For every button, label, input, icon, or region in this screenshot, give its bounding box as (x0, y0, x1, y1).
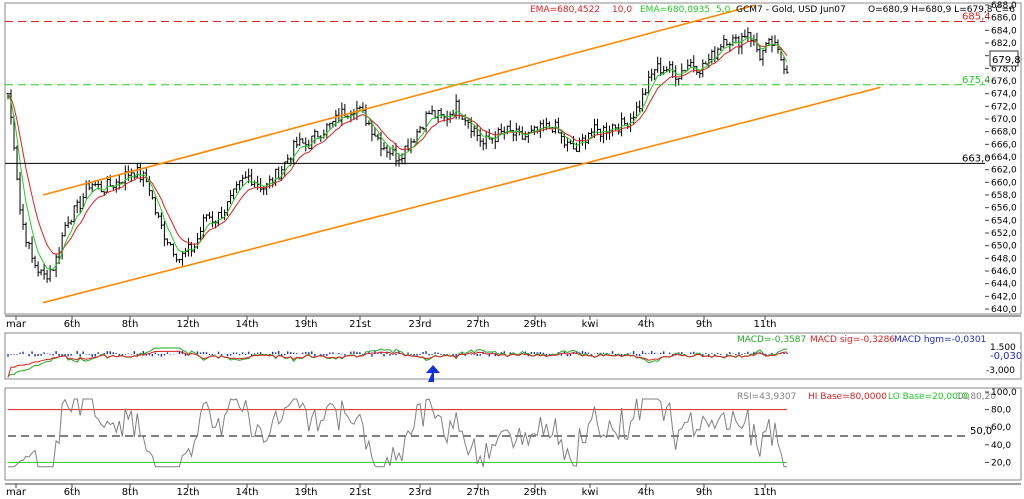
x-tick-label: 23rd (408, 487, 431, 498)
price-y-tick-label: 676,0 (991, 77, 1017, 87)
x-tick-label: 4th (638, 487, 655, 498)
x-tick-label: 29th (524, 319, 547, 330)
x-tick-label: 27th (467, 319, 490, 330)
rsi-value-label: RSI=43,9307 (737, 392, 796, 402)
x-tick-label: 11th (754, 487, 777, 498)
ema-long-period: 10,0 (612, 5, 632, 15)
x-tick-label: 9th (696, 319, 713, 330)
x-tick-label: 11th (754, 319, 777, 330)
rsi-y-tick-label: 80,0 (991, 406, 1011, 416)
x-tick-label: 19th (295, 319, 318, 330)
price-y-tick-label: 660,0 (991, 178, 1017, 188)
price-y-tick-label: 640,0 (991, 305, 1017, 315)
x-tick-label: 21st (349, 487, 371, 498)
x-tick-label: 8th (122, 319, 139, 330)
ema-long-label: EMA=680,4522 (530, 5, 600, 15)
last-price-label: 679,8 (992, 55, 1021, 66)
price-y-tick-label: 654,0 (991, 216, 1017, 226)
price-y-tick-label: 646,0 (991, 267, 1017, 277)
price-y-tick-label: 686,0 (991, 14, 1017, 24)
x-tick-label: 6th (64, 487, 81, 498)
price-y-tick-label: 666,0 (991, 140, 1017, 150)
price-y-tick-label: 672,0 (991, 102, 1017, 112)
rsi-hi-base-label: HI Base=80,0000 (808, 392, 887, 402)
price-y-tick-label: 652,0 (991, 229, 1017, 239)
ema-short-period: 5,0 (716, 5, 731, 15)
price-y-tick-label: 668,0 (991, 128, 1017, 138)
macd-value-label: MACD=-0,3587 (737, 335, 806, 345)
x-tick-label: kwi (582, 319, 599, 330)
level-label: 663,0 (962, 153, 991, 164)
x-tick-label: mar (6, 487, 27, 498)
rsi-x-ticks: mar 6th 8th 12th 14th 19th 21st 23rd 27th 29th kwi… (6, 484, 776, 498)
price-panel-frame (4, 2, 1022, 315)
x-tick-label: 19th (295, 487, 318, 498)
macd-histogram-label: MACD hgm=-0,0301 (894, 335, 986, 345)
ema-short-label: EMA=680,0935 (640, 5, 710, 15)
rsi-y-tick-label: 20,0 (991, 458, 1011, 468)
rsi-y-tick-label: 40,0 (991, 441, 1011, 451)
rsi-panel: RSI=43,9307 HI Base=80,0000 LO Base=20,0… (4, 387, 1022, 498)
level-label: 675,4 (962, 75, 991, 86)
price-y-tick-label: 648,0 (991, 254, 1017, 264)
price-y-tick-label: 642,0 (991, 292, 1017, 302)
macd-tick-bottom: -3,000 (986, 366, 1015, 376)
x-tick-label: 12th (177, 487, 200, 498)
price-y-tick-label: 674,0 (991, 90, 1017, 100)
price-y-tick-label: 656,0 (991, 204, 1017, 214)
price-y-tick-label: 670,0 (991, 115, 1017, 125)
x-tick-label: 27th (467, 487, 490, 498)
x-tick-label: 6th (64, 319, 81, 330)
instrument-title: GCM7 - Gold, USD Jun07 (736, 5, 846, 15)
x-tick-label: 14th (236, 487, 259, 498)
x-tick-label: 4th (638, 319, 655, 330)
rsi-y-tick-label: 60,0 (991, 423, 1011, 433)
x-tick-label: mar (6, 319, 27, 330)
price-y-tick-label: 664,0 (991, 153, 1017, 163)
rsi-y-tick-label: 100,0 (991, 388, 1017, 398)
x-tick-label: 12th (177, 319, 200, 330)
x-tick-label: 21st (349, 319, 371, 330)
price-y-tick-label: 650,0 (991, 242, 1017, 252)
price-x-ticks: mar 6th 8th 12th 14th 19th 21st 23rd 27th 29th kwi… (6, 316, 776, 330)
macd-panel: MACD=-0,3587 MACD sig=-0,3286 MACD hgm=-… (4, 332, 1022, 382)
price-y-tick-label: 644,0 (991, 280, 1017, 290)
price-panel: 685,4675,4663,0 640,0642,0644,0646,0648,… (4, 1, 1022, 330)
x-tick-label: 23rd (408, 319, 431, 330)
macd-last-value: -0,030 (990, 351, 1022, 362)
trading-chart: 685,4675,4663,0 640,0642,0644,0646,0648,… (4, 1, 1022, 498)
x-tick-label: 8th (122, 487, 139, 498)
macd-signal-label: MACD sig=-0,3286 (810, 335, 895, 345)
price-y-tick-label: 682,0 (991, 39, 1017, 49)
x-tick-label: kwi (582, 487, 599, 498)
x-tick-label: 9th (696, 487, 713, 498)
price-y-tick-label: 684,0 (991, 26, 1017, 36)
ohlc-readout: O=680,9 H=680,9 L=679,8 C=6 (868, 5, 1015, 15)
x-tick-label: 14th (236, 319, 259, 330)
x-tick-label: 29th (524, 487, 547, 498)
price-y-tick-label: 662,0 (991, 166, 1017, 176)
price-y-tick-label: 658,0 (991, 191, 1017, 201)
